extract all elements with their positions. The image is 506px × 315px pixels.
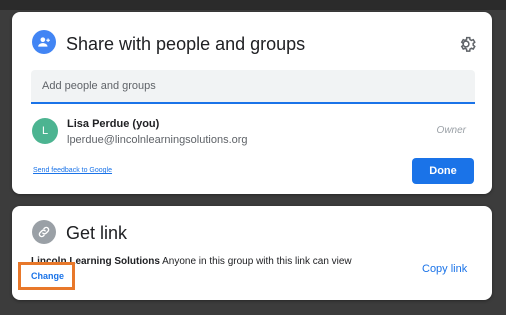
person-add-icon — [32, 30, 56, 54]
get-link-title: Get link — [66, 223, 128, 243]
backdrop — [0, 0, 506, 10]
add-people-field[interactable] — [31, 70, 475, 104]
send-feedback-link[interactable]: Send feedback to Google — [33, 167, 112, 174]
settings-gear-icon[interactable] — [456, 34, 476, 54]
group-name: Lincoln Learning Solutions — [31, 256, 160, 267]
link-icon — [32, 220, 56, 244]
access-text: Anyone in this group with this link can … — [159, 256, 352, 267]
user-role: Owner — [436, 125, 466, 136]
user-name: Lisa Perdue (you) — [67, 118, 160, 130]
add-people-input[interactable] — [31, 70, 475, 102]
done-button[interactable]: Done — [412, 158, 474, 184]
share-dialog: Share with people and groups L Lisa Perd… — [12, 12, 492, 194]
share-dialog-title: Share with people and groups — [66, 34, 306, 54]
copy-link-button[interactable]: Copy link — [422, 263, 467, 275]
link-access-description: Lincoln Learning Solutions Anyone in thi… — [31, 256, 352, 267]
user-avatar: L — [32, 118, 58, 144]
user-email: lperdue@lincolnlearningsolutions.org — [67, 134, 248, 146]
get-link-panel: Get link Lincoln Learning Solutions Anyo… — [12, 206, 492, 300]
change-button[interactable]: Change — [31, 271, 64, 281]
